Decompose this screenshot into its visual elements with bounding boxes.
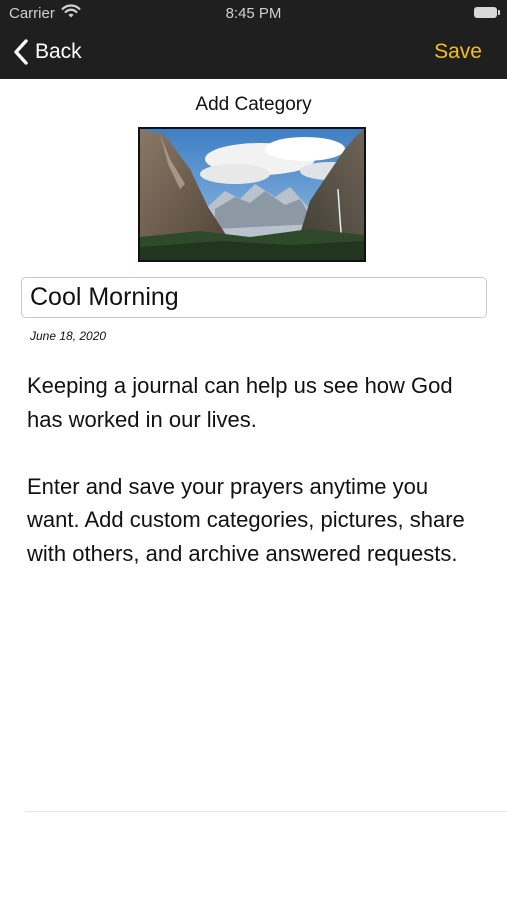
back-label: Back xyxy=(35,40,82,63)
journal-paragraph: Keeping a journal can help us see how Go… xyxy=(27,373,453,432)
category-photo[interactable] xyxy=(138,127,366,262)
page-title: Add Category xyxy=(195,94,312,115)
navigation-bar: Carrier 8:45 PM Back Save xyxy=(0,0,507,79)
landscape-image xyxy=(140,129,364,260)
battery-icon xyxy=(474,7,500,18)
status-bar: Carrier 8:45 PM xyxy=(0,0,507,26)
category-name-field[interactable] xyxy=(21,277,487,318)
save-button[interactable]: Save xyxy=(434,40,482,64)
entry-date: June 18, 2020 xyxy=(30,329,107,343)
journal-paragraph: Enter and save your prayers anytime you … xyxy=(27,473,465,566)
divider xyxy=(25,811,507,812)
back-button[interactable]: Back xyxy=(12,36,82,68)
journal-text[interactable]: Keeping a journal can help us see how Go… xyxy=(27,369,477,570)
chevron-left-icon xyxy=(14,39,28,65)
clock-label: 8:45 PM xyxy=(225,5,282,22)
